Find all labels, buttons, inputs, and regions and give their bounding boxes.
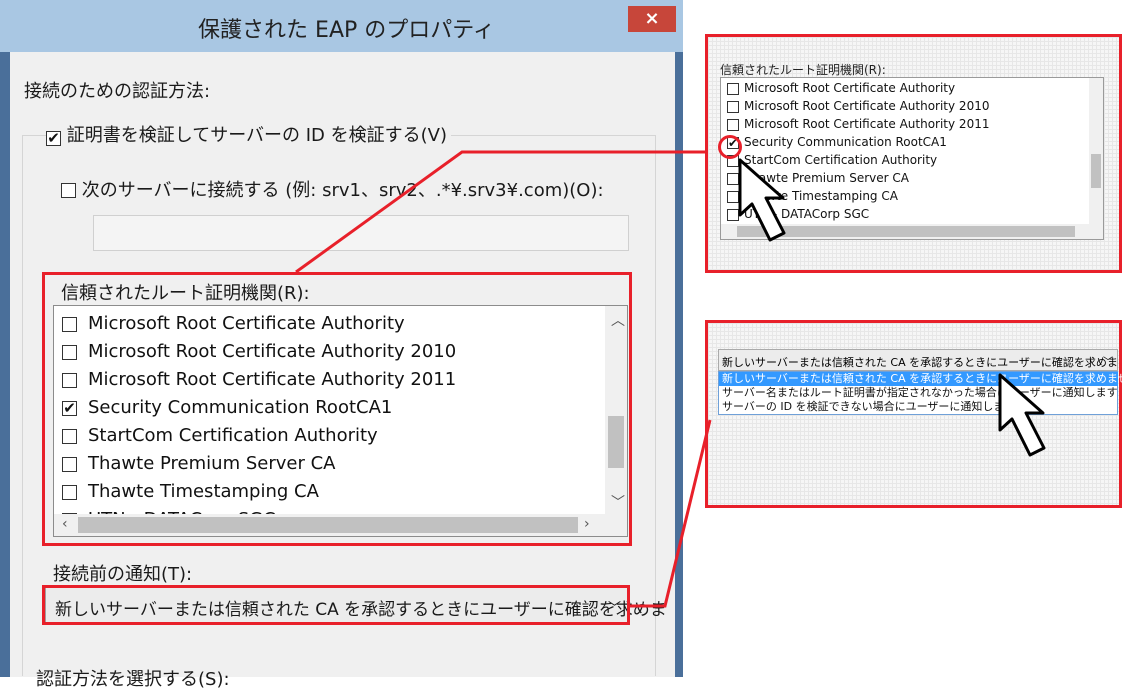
cursor-arrow-icon	[738, 158, 786, 242]
annotation-overlay	[295, 150, 1046, 608]
connector-line-top	[295, 150, 706, 274]
connector-line-bottom	[630, 419, 712, 608]
cursor-arrow-icon	[998, 373, 1046, 457]
